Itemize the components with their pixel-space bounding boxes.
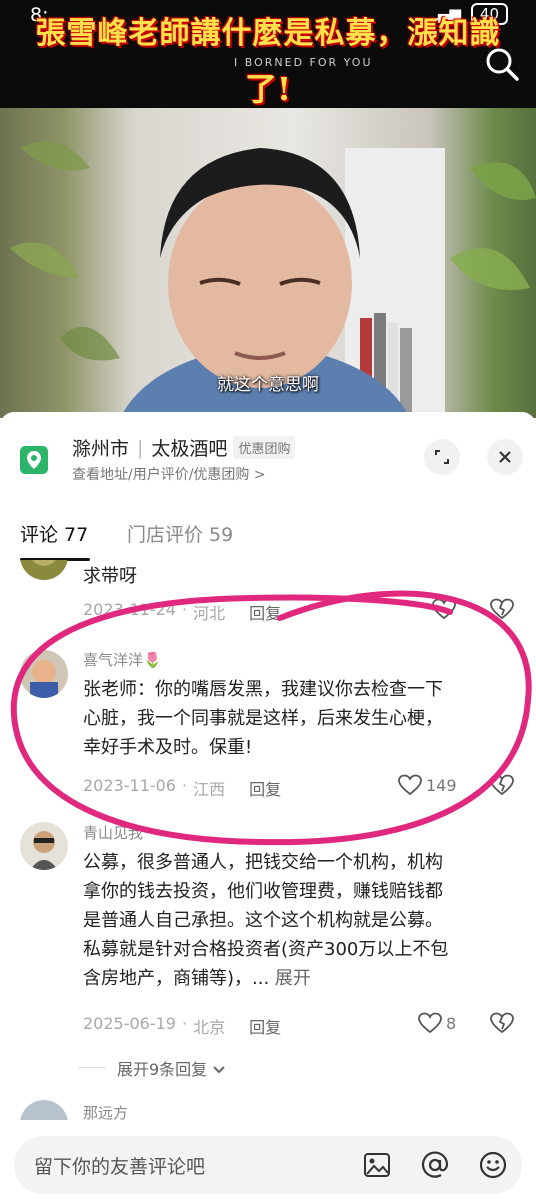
comment-region: 北京 bbox=[193, 1018, 226, 1037]
comment-text: 公募，很多普通人，把钱交给一个机构，机构 拿你的钱去投资，他们收管理费，赚钱赔钱… bbox=[83, 848, 523, 993]
reply-button[interactable]: 回复 bbox=[249, 600, 281, 624]
heart-icon bbox=[398, 774, 422, 796]
comment-line: 私募就是针对合格投资者(资产300万以上不包 bbox=[83, 939, 449, 960]
comment-date: 2023-11-24 bbox=[83, 600, 176, 619]
comment-line: 是普通人自己承担。这个这个机构就是公募。 bbox=[83, 910, 443, 931]
comment-date: 2023-11-06 bbox=[83, 776, 176, 795]
avatar[interactable] bbox=[20, 822, 68, 870]
comment-line: 公募，很多普通人，把钱交给一个机构，机构 bbox=[83, 852, 443, 873]
comment-author[interactable]: 那远方 bbox=[83, 1102, 128, 1120]
video-frame[interactable]: 就这个意思啊 bbox=[0, 108, 536, 418]
dislike-button[interactable] bbox=[490, 1012, 514, 1038]
comment-meta: 2023-11-24 · 河北 回复 bbox=[83, 600, 282, 624]
video-subtitle: 就这个意思啊 bbox=[217, 375, 319, 395]
comment-region: 河北 bbox=[193, 604, 226, 623]
comment-text: 求带呀 bbox=[83, 566, 137, 587]
close-button[interactable] bbox=[487, 439, 523, 475]
location-pin-icon bbox=[20, 446, 48, 474]
comment-line: 心脏，我一个同事就是这样，后来发生心梗， bbox=[83, 708, 443, 729]
at-icon[interactable] bbox=[420, 1150, 450, 1180]
location-subline[interactable]: 查看地址/用户评价/优惠团购 > bbox=[72, 464, 266, 484]
deal-tag: 优惠团购 bbox=[233, 436, 296, 459]
tab-bar: 评论 77 门店评价 59 bbox=[0, 516, 536, 561]
comment-meta: 2023-11-06 · 江西 回复 bbox=[83, 776, 282, 800]
comment-input[interactable]: 留下你的友善评论吧 bbox=[34, 1152, 205, 1179]
comment-line-text: 含房地产，商铺等)，... bbox=[83, 968, 275, 989]
comment-line: 张老师：你的嘴唇发黑，我建议你去检查一下 bbox=[83, 679, 443, 700]
reply-button[interactable]: 回复 bbox=[249, 776, 281, 800]
comment-region: 江西 bbox=[193, 780, 226, 799]
like-button[interactable]: 149 bbox=[398, 774, 457, 796]
expand-icon bbox=[435, 450, 449, 464]
chevron-down-icon bbox=[213, 1066, 225, 1074]
location-city: 滁州市 bbox=[72, 438, 130, 460]
avatar[interactable] bbox=[20, 1100, 68, 1120]
expand-replies-button[interactable]: 展开9条回复 bbox=[117, 1056, 226, 1080]
dislike-button[interactable] bbox=[490, 774, 514, 800]
video-title-line1: 張雪峰老師講什麼是私募，漲知識 bbox=[35, 16, 501, 51]
dislike-button[interactable] bbox=[490, 598, 514, 624]
comment-line: 含房地产，商铺等)，... 展开 bbox=[83, 964, 523, 993]
expand-button[interactable] bbox=[424, 439, 460, 475]
comment-meta: 2025-06-19 · 北京 回复 bbox=[83, 1014, 282, 1038]
like-count: 149 bbox=[426, 775, 457, 795]
comment-list[interactable]: 求带呀 2023-11-24 · 河北 回复 喜气洋洋🌷 张老师：你的嘴唇发黑，… bbox=[0, 560, 536, 1120]
avatar[interactable] bbox=[20, 650, 68, 698]
comment-author[interactable]: 青山见我 bbox=[83, 822, 143, 843]
comment-date: 2025-06-19 bbox=[83, 1014, 176, 1033]
location-place: 太极酒吧 bbox=[151, 438, 228, 460]
dislike-heart-icon bbox=[490, 598, 514, 620]
video-top-bar: 8: ▂▄▆ 40 張雪峰老師講什麼是私募，漲知識 I BORNED FOR Y… bbox=[0, 0, 536, 108]
location-separator: | bbox=[137, 436, 144, 459]
location-title[interactable]: 滁州市 | 太极酒吧 优惠团购 bbox=[72, 434, 296, 461]
video-title-line2: 了! bbox=[244, 70, 292, 108]
expand-text-link[interactable]: 展开 bbox=[275, 968, 311, 989]
like-button[interactable] bbox=[432, 598, 456, 620]
avatar[interactable] bbox=[20, 560, 68, 580]
tab-store-reviews[interactable]: 门店评价 59 bbox=[127, 520, 233, 547]
comment-line: 拿你的钱去投资，他们收管理费，赚钱赔钱都 bbox=[83, 881, 443, 902]
close-icon bbox=[499, 451, 511, 463]
search-icon[interactable] bbox=[482, 44, 522, 84]
tab-comments[interactable]: 评论 77 bbox=[20, 520, 88, 547]
like-button[interactable]: 8 bbox=[418, 1012, 456, 1034]
divider bbox=[78, 1067, 106, 1068]
comment-line: 幸好手术及时。保重! bbox=[83, 737, 253, 758]
comment-sheet: 滁州市 | 太极酒吧 优惠团购 查看地址/用户评价/优惠团购 > 评论 77 门… bbox=[0, 412, 536, 1200]
comment-input-bar[interactable]: 留下你的友善评论吧 bbox=[14, 1136, 522, 1194]
like-count: 8 bbox=[446, 1013, 457, 1033]
dislike-heart-icon bbox=[490, 774, 514, 796]
heart-icon bbox=[418, 1012, 442, 1034]
reply-button[interactable]: 回复 bbox=[249, 1014, 281, 1038]
dislike-heart-icon bbox=[490, 1012, 514, 1034]
comment-text: 张老师：你的嘴唇发黑，我建议你去检查一下 心脏，我一个同事就是这样，后来发生心梗… bbox=[83, 675, 523, 762]
comment-author[interactable]: 喜气洋洋🌷 bbox=[83, 649, 162, 670]
expand-replies-label: 展开9条回复 bbox=[117, 1060, 208, 1079]
emoji-icon[interactable] bbox=[478, 1150, 508, 1180]
heart-icon bbox=[432, 598, 456, 620]
image-icon[interactable] bbox=[362, 1150, 392, 1180]
